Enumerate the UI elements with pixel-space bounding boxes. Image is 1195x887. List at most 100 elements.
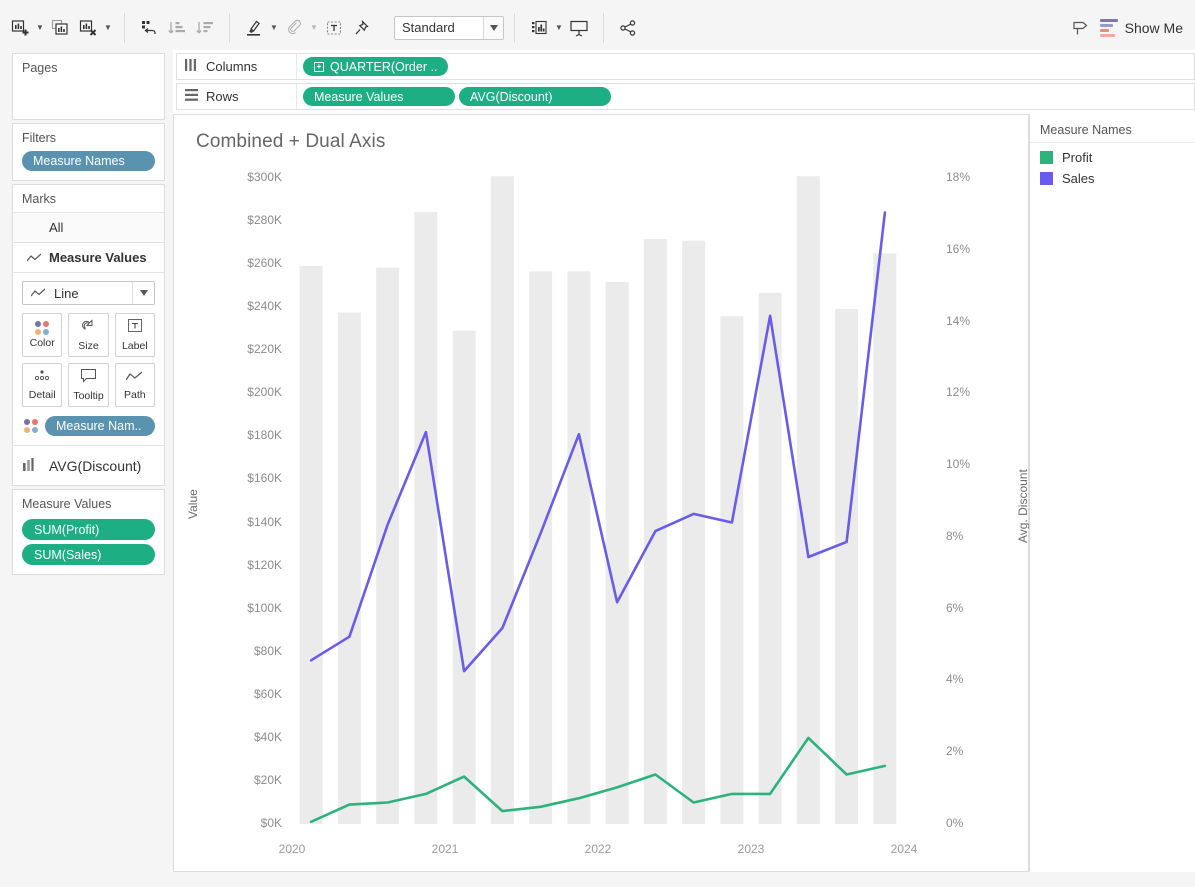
measure-pill-sum-sales[interactable]: SUM(Sales) (22, 544, 155, 565)
filters-drop-zone[interactable]: Measure Names (13, 151, 164, 180)
fit-select-chevron-down-icon[interactable] (483, 16, 503, 39)
bar-mark[interactable] (337, 312, 361, 824)
show-me-button[interactable]: Show Me (1094, 14, 1195, 42)
paperclip-chevron-down-icon[interactable]: ▼ (308, 14, 320, 42)
marks-pill-measure-names[interactable]: Measure Nam.. (45, 416, 155, 436)
bar-mark[interactable] (835, 308, 859, 824)
sort-descending-icon[interactable] (191, 14, 219, 42)
chart-canvas[interactable]: $300K $280K $260K $240K $220K $200K $180K $160K… (174, 115, 1030, 871)
columns-drop-zone[interactable]: + QUARTER(Order .. (297, 54, 1194, 79)
pill-measure-values-label: Measure Values (314, 89, 404, 104)
bar-mark[interactable] (452, 330, 476, 824)
y-axis-tick-label: $160K (247, 471, 282, 486)
toolbar-divider-1 (124, 12, 125, 43)
y-axis-tick-label: $260K (247, 256, 282, 271)
pill-avg-discount-label: AVG(Discount) (470, 89, 553, 104)
y-axis-tick-label: $40K (253, 729, 282, 744)
y2-axis-tick-label: 12% (946, 385, 971, 400)
mark-type-value-group: Line (23, 286, 132, 301)
paperclip-icon[interactable] (280, 14, 308, 42)
legend-item-sales[interactable]: Sales (1030, 168, 1195, 189)
rows-icon (185, 89, 198, 104)
pill-quarter-order-date[interactable]: + QUARTER(Order .. (303, 57, 449, 76)
highlighter-icon[interactable] (240, 14, 268, 42)
pill-measure-values[interactable]: Measure Values (303, 87, 455, 106)
x-axis-tick-label: 2024 (890, 842, 918, 856)
marks-path-button[interactable]: Path (114, 363, 155, 407)
marks-color-encoding-row: Measure Nam.. (13, 407, 164, 445)
new-worksheet-chevron-down-icon[interactable]: ▼ (34, 14, 46, 42)
filter-pill-measure-names[interactable]: Measure Names (22, 151, 155, 171)
marks-label-button[interactable]: Label (114, 313, 155, 357)
pages-drop-zone[interactable] (13, 81, 164, 119)
bar-mark[interactable] (490, 176, 514, 824)
rows-shelf[interactable]: Rows Measure Values AVG(Discount) (176, 83, 1195, 110)
y-axis-tick-label: $100K (247, 600, 282, 615)
marks-size-button[interactable]: Size (68, 313, 109, 357)
share-icon[interactable] (614, 14, 642, 42)
marks-detail-button[interactable]: Detail (22, 363, 63, 407)
toolbar-divider-4 (603, 12, 604, 43)
y-axis-tick-label: $0K (260, 816, 282, 830)
legend-swatch-profit (1040, 151, 1053, 164)
marks-tab-avg-discount[interactable]: AVG(Discount) (13, 445, 164, 485)
pin-icon[interactable] (348, 14, 376, 42)
chart-svg (299, 176, 897, 825)
marks-path-label: Path (124, 389, 146, 401)
toolbar-group-sheet: ▼ ▼ (0, 0, 120, 55)
bar-mark[interactable] (605, 282, 629, 824)
color-legend: Measure Names Profit Sales (1029, 114, 1195, 872)
fit-select[interactable]: Standard (394, 15, 504, 40)
new-worksheet-icon[interactable] (6, 14, 34, 42)
marks-tab-all-label: All (49, 220, 64, 235)
sort-ascending-icon[interactable] (163, 14, 191, 42)
bar-mark[interactable] (567, 271, 591, 824)
marks-size-label: Size (78, 340, 99, 352)
legend-item-profit[interactable]: Profit (1030, 147, 1195, 168)
clear-sheet-chevron-down-icon[interactable]: ▼ (102, 14, 114, 42)
y-axis-tick-label: $200K (247, 385, 282, 400)
bar-mark[interactable] (414, 212, 438, 824)
show-tooltip-icon[interactable] (1066, 14, 1094, 42)
rows-drop-zone[interactable]: Measure Values AVG(Discount) (297, 84, 1194, 109)
show-me-icon (1099, 18, 1118, 37)
expand-date-icon[interactable]: + (314, 61, 324, 72)
visualization-pane: Combined + Dual Axis $300K $280K $260K $240… (173, 114, 1030, 872)
y-axis-title: Value (186, 489, 200, 519)
swap-rows-columns-icon[interactable] (135, 14, 163, 42)
pill-avg-discount[interactable]: AVG(Discount) (459, 87, 611, 106)
mark-type-chevron-down-icon[interactable] (132, 282, 154, 304)
measure-pill-sum-profit[interactable]: SUM(Profit) (22, 519, 155, 540)
columns-shelf[interactable]: Columns + QUARTER(Order .. (176, 53, 1195, 80)
color-legend-items: Profit Sales (1030, 143, 1195, 189)
measure-pill-sum-sales-label: SUM(Sales) (34, 547, 102, 562)
measure-values-list[interactable]: SUM(Profit) SUM(Sales) (13, 517, 164, 574)
mark-type-select[interactable]: Line (22, 281, 155, 305)
y2-axis-tick-label: 16% (946, 241, 971, 256)
text-label-icon[interactable] (320, 14, 348, 42)
bar-mark[interactable] (529, 271, 553, 824)
marks-tab-all[interactable]: All (13, 213, 164, 243)
marks-tab-measure-values[interactable]: Measure Values (13, 243, 164, 273)
presentation-mode-icon[interactable] (565, 14, 593, 42)
rows-shelf-label-group: Rows (177, 84, 297, 109)
y2-axis-tick-label: 18% (946, 170, 971, 184)
columns-label: Columns (206, 59, 258, 74)
duplicate-sheet-icon[interactable] (46, 14, 74, 42)
line-icon (30, 286, 46, 301)
show-hide-cards-chevron-down-icon[interactable]: ▼ (553, 14, 565, 42)
bar-mark[interactable] (720, 316, 744, 824)
show-hide-cards-icon[interactable] (525, 14, 553, 42)
bar-mark[interactable] (873, 253, 897, 824)
clear-sheet-icon[interactable] (74, 14, 102, 42)
highlighter-chevron-down-icon[interactable]: ▼ (268, 14, 280, 42)
bar-mark[interactable] (299, 265, 323, 824)
color-legend-title: Measure Names (1030, 114, 1195, 143)
marks-color-button[interactable]: Color (22, 313, 63, 357)
toolbar-group-format: ▼ ▼ (234, 0, 382, 55)
marks-tooltip-button[interactable]: Tooltip (68, 363, 109, 407)
marks-tooltip-label: Tooltip (73, 390, 104, 402)
marks-detail-label: Detail (28, 389, 56, 401)
toolbar-group-view: ▼ (519, 0, 599, 55)
bar-mark[interactable] (682, 240, 706, 825)
